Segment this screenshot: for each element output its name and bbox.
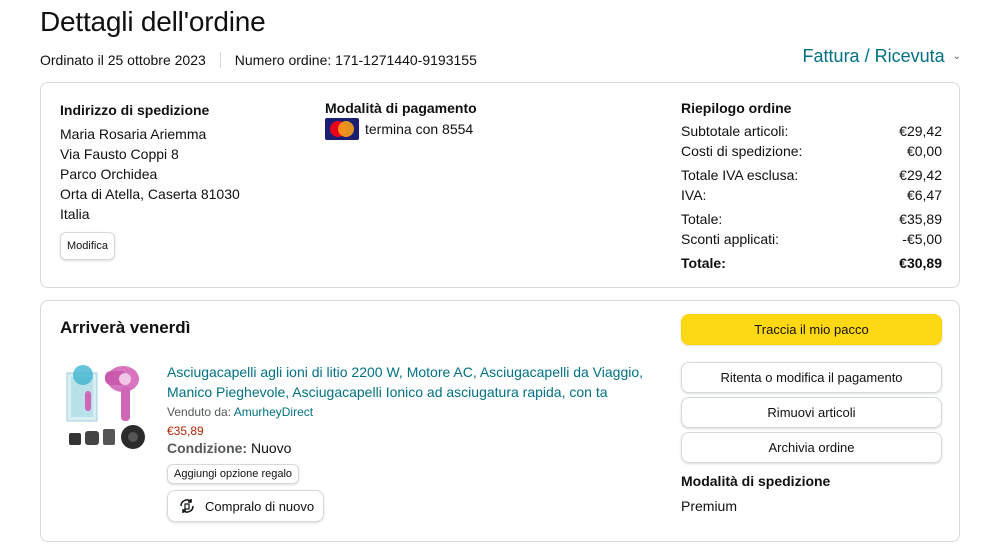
summary-row: Totale IVA esclusa: €29,42 xyxy=(681,165,942,185)
grand-total-label: Totale: xyxy=(681,255,726,271)
sold-by: Venduto da: AmurheyDirect xyxy=(167,405,667,419)
order-meta: Ordinato il 25 ottobre 2023 Numero ordin… xyxy=(40,52,477,68)
arrival-heading: Arriverà venerdì xyxy=(60,318,191,337)
product-image[interactable] xyxy=(65,359,155,453)
summary-heading: Riepilogo ordine xyxy=(681,100,792,116)
shipping-mode-heading: Modalità di spedizione xyxy=(681,473,831,489)
invoice-link-label: Fattura / Ricevuta xyxy=(802,46,945,66)
summary-label: IVA: xyxy=(681,187,707,203)
payment-heading: Modalità di pagamento xyxy=(325,100,477,116)
invoice-dropdown[interactable]: Fattura / Ricevuta ⌄ xyxy=(803,46,961,67)
sold-by-label: Venduto da: xyxy=(167,405,232,419)
page-title: Dettagli dell'ordine xyxy=(40,6,266,37)
shipping-mode-value: Premium xyxy=(681,498,738,514)
buy-again-label: Compralo di nuovo xyxy=(205,498,315,514)
address-line: Italia xyxy=(60,206,90,222)
address-line: Orta di Atella, Caserta 81030 xyxy=(60,186,240,202)
shipping-address: Indirizzo di spedizione Maria Rosaria Ar… xyxy=(60,100,240,260)
summary-grand-total: Totale: €30,89 xyxy=(681,253,942,273)
summary-value: €35,89 xyxy=(899,211,942,227)
shipment-actions: Traccia il mio pacco Ritenta o modifica … xyxy=(681,314,942,514)
order-number: Numero ordine: 171-1271440-9193155 xyxy=(234,52,477,68)
retry-payment-button[interactable]: Ritenta o modifica il pagamento xyxy=(681,362,942,393)
card-ending: termina con 8554 xyxy=(365,121,474,137)
grand-total-value: €30,89 xyxy=(899,255,942,271)
condition-label: Condizione: xyxy=(167,440,248,456)
order-info-card: Indirizzo di spedizione Maria Rosaria Ar… xyxy=(40,82,960,288)
summary-row: IVA: €6,47 xyxy=(681,185,942,205)
condition-value: Nuovo xyxy=(251,440,292,456)
summary-label: Sconti applicati: xyxy=(681,231,780,247)
buy-again-icon xyxy=(180,499,194,513)
address-line: Via Fausto Coppi 8 xyxy=(60,146,179,162)
address-line: Parco Orchidea xyxy=(60,166,158,182)
product-title-link[interactable]: Asciugacapelli agli ioni di litio 2200 W… xyxy=(167,362,667,402)
summary-row: Sconti applicati: -€5,00 xyxy=(681,229,942,249)
summary-row: Totale: €35,89 xyxy=(681,209,942,229)
product-info: Asciugacapelli agli ioni di litio 2200 W… xyxy=(167,362,667,522)
track-package-button[interactable]: Traccia il mio pacco xyxy=(681,314,942,345)
summary-label: Costi di spedizione: xyxy=(681,143,803,159)
archive-order-button[interactable]: Archivia ordine xyxy=(681,432,942,463)
order-date: Ordinato il 25 ottobre 2023 xyxy=(40,52,206,68)
summary-value: €29,42 xyxy=(899,167,942,183)
product-price: €35,89 xyxy=(167,424,204,438)
seller-link[interactable]: AmurheyDirect xyxy=(234,405,313,419)
summary-value: €29,42 xyxy=(899,123,942,139)
summary-value: -€5,00 xyxy=(902,231,942,247)
summary-label: Totale IVA esclusa: xyxy=(681,167,799,183)
shipping-address-heading: Indirizzo di spedizione xyxy=(60,102,210,118)
meta-divider xyxy=(219,52,221,68)
summary-label: Subtotale articoli: xyxy=(681,123,789,139)
address-line: Maria Rosaria Ariemma xyxy=(60,126,207,142)
edit-address-button[interactable]: Modifica xyxy=(60,232,115,260)
add-gift-option-button[interactable]: Aggiungi opzione regalo xyxy=(167,464,300,484)
summary-label: Totale: xyxy=(681,211,723,227)
summary-row: Costi di spedizione: €0,00 xyxy=(681,141,942,161)
summary-value: €6,47 xyxy=(906,187,942,203)
shipment-card: Arriverà venerdì Asciugacapelli agli ion… xyxy=(40,300,960,542)
product-condition: Condizione: Nuovo xyxy=(167,440,667,456)
remove-items-button[interactable]: Rimuovi articoli xyxy=(681,397,942,428)
buy-again-button[interactable]: Compralo di nuovo xyxy=(167,490,325,522)
mastercard-icon xyxy=(325,118,359,140)
shipping-mode: Modalità di spedizione Premium xyxy=(681,473,942,514)
order-summary: Riepilogo ordine Subtotale articoli: €29… xyxy=(681,100,942,273)
summary-row: Subtotale articoli: €29,42 xyxy=(681,121,942,141)
chevron-down-icon: ⌄ xyxy=(952,51,961,62)
summary-value: €0,00 xyxy=(906,143,942,159)
payment-method: Modalità di pagamento termina con 8554 xyxy=(325,100,477,140)
